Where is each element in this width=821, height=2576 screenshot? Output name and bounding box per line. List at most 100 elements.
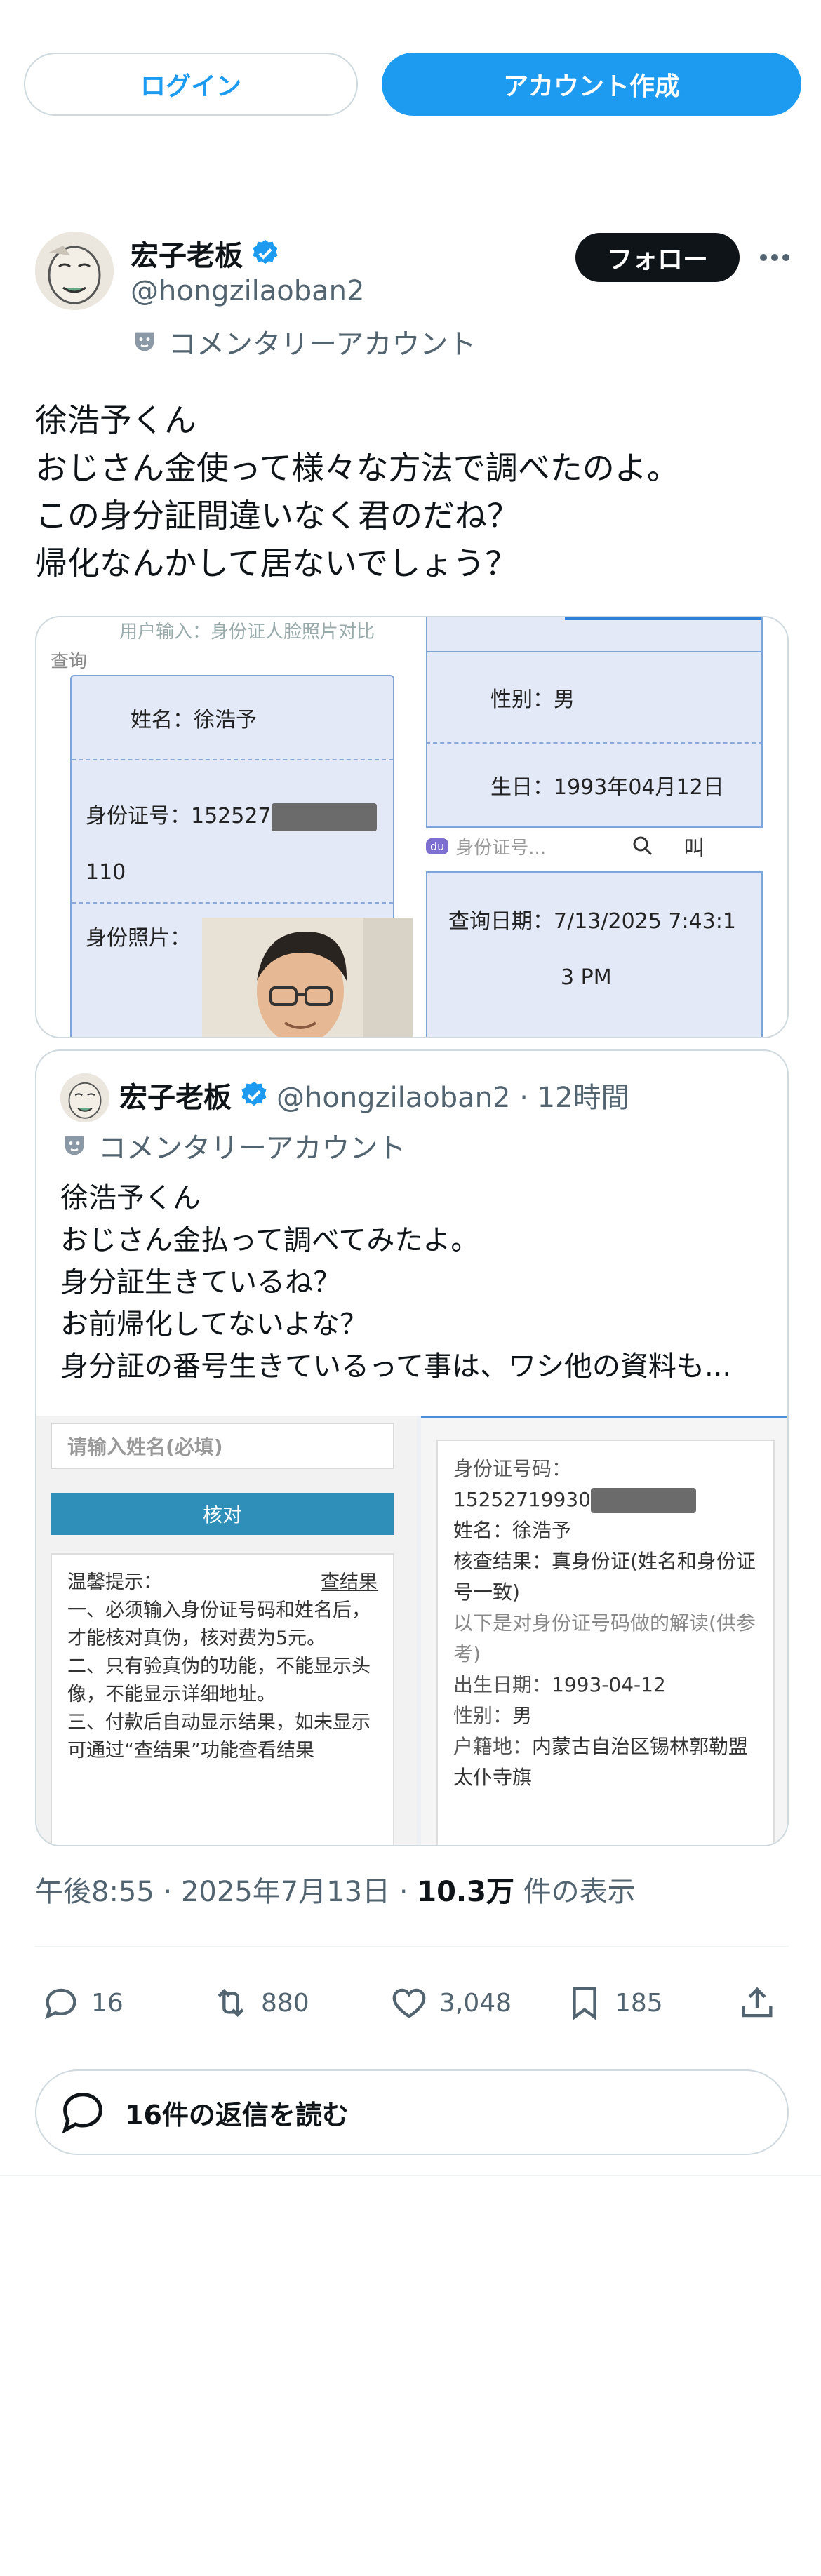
quote-text: 徐浩予くん おじさん金払って調べてみたよ。 身分証生きているね？ お前帰化してな… [60,1182,732,1383]
media-query-label: 查询 [51,651,88,672]
quote-author-name: 宏子老板 [119,1082,232,1114]
like-button[interactable]: 3,048 [389,1975,512,2031]
author-name-row[interactable]: 宏子老板 [131,233,281,274]
query-date-value: 7/13/2025 7:43:1 [554,909,736,934]
view-count: 10.3万 [417,1876,514,1908]
result-hint: 以下是对身份证号码做的解读(供参考) [453,1611,756,1665]
quote-author-row: 宏子老板 @hongzilaoban2 · 12時間 [119,1075,629,1115]
media-right-panel: 性别：男 生日： 1993年04月12日 du 身份证号... 叫 查询日期：7/… [426,617,787,1037]
quote-commentary-text: コメンタリーアカウント [98,1132,406,1165]
author-handle[interactable]: @hongzilaoban2 [131,275,364,307]
id-photo [202,918,413,1037]
quote-avatar [60,1073,109,1122]
reply-icon [45,1988,76,2020]
name-input-field: 请输入姓名(必填) [51,1423,394,1469]
search-badge: du [426,838,449,854]
query-date-row: 查询日期：7/13/2025 7:43:1 3 PM [426,871,763,1037]
quote-media-right: 身份证号码： 15252719930 姓名：徐浩予 核查结果：真身份证(姓名和身… [421,1416,787,1845]
read-replies-label: 16件の返信を読む [125,2099,349,2131]
bookmark-count: 185 [615,1988,663,2018]
gender-label: 性别： [490,687,554,712]
id-value: 152527 [191,804,272,829]
tweet-author: 宏子老板 @hongzilaoban2 コメンタリーアカウント フォロー [35,232,800,372]
quote-commentary-label: コメンタリーアカウント [60,1125,406,1166]
reply-bubble-icon [62,2093,102,2134]
commentary-text: コメンタリーアカウント [168,328,476,361]
share-icon [742,1987,773,2018]
more-dots-icon [760,254,789,261]
verified-badge-icon [241,1081,267,1106]
query-date-label: 查询日期： [448,909,554,934]
bookmark-icon [573,1987,596,2020]
auth-buttons: ログイン アカウント作成 [24,53,801,116]
photo-label: 身份照片： [86,926,191,951]
result-birth-value: 1993-04-12 [552,1673,666,1696]
read-replies-button[interactable]: 16件の返信を読む [35,2069,789,2155]
heart-icon [392,1988,426,2018]
commentary-label: コメンタリーアカウント [131,321,476,362]
query-date-value2: 3 PM [561,965,612,990]
tweet-text: 徐浩予くん おじさん金使って様々な方法で調べたのよ。 この身分証間違いなく君のだ… [35,401,679,582]
search-extra: 叫 [683,836,705,861]
verify-button: 核对 [51,1493,394,1535]
notice-item-2: 二、只有验真伪的功能，不能显示头像，不能显示详细地址。 [67,1656,371,1705]
media-left-panel: 用户输入：身份证人脸照片对比 查询 姓名： 徐浩予 身份证号：152527 110… [36,617,415,1037]
notice-title: 温馨提示： [67,1571,162,1593]
theater-mask-icon [135,332,154,351]
result-check: 核查结果：真身份证(姓名和身份证号一致) [453,1550,756,1604]
top-blue-bar [565,617,761,620]
notice-box: 温馨提示： 查结果 一、必须输入身份证号码和姓名后，才能核对真伪，核对费为5元。… [51,1553,394,1845]
quoted-tweet[interactable]: 宏子老板 @hongzilaoban2 · 12時間 コメンタリーアカウント 徐… [35,1049,789,1846]
redaction-bar [271,803,377,831]
bottom-divider [0,2175,821,2176]
top-fragment [426,617,763,652]
search-icon [633,836,653,856]
retweet-icon [218,1989,244,2017]
retweet-count: 880 [261,1988,309,2018]
theater-mask-icon [65,1136,84,1155]
birth-label: 生日： [490,775,554,800]
quote-media: 请输入姓名(必填) 核对 温馨提示： 查结果 一、必须输入身份证号码和姓名后，才… [36,1416,787,1845]
verified-badge-icon [253,239,278,264]
view-count-suffix: 件の表示 [514,1876,636,1908]
id-row: 身份证号：152527110 013 [72,760,393,941]
result-gender-value: 男 [512,1704,533,1727]
name-row: 姓名： 徐浩予 [72,676,393,760]
signup-button[interactable]: アカウント作成 [382,53,801,116]
id-value-tail: 110 [86,860,126,885]
result-birth-label: 出生日期： [453,1673,552,1696]
name-label: 姓名： [131,708,194,732]
id-card-panel: 姓名： 徐浩予 身份证号：152527110 013 身份照片： [70,675,413,1037]
retweet-button[interactable]: 880 [211,1975,309,2031]
tweet-timestamp[interactable]: 午後8:55 · 2025年7月13日 · [35,1876,417,1908]
reply-button[interactable]: 16 [41,1975,124,2031]
search-bar[interactable]: du 身份证号... 叫 [426,828,763,864]
media-caption: 用户输入：身份证人脸照片对比 [119,622,375,643]
result-gender-label: 性别： [453,1704,513,1727]
more-options-button[interactable] [754,233,796,282]
birth-value: 1993年04月12日 [554,775,724,800]
person-photo-icon [202,918,413,1037]
result-origin-label: 户籍地： [453,1735,533,1758]
result-id-value: 15252719930 [453,1488,591,1511]
avatar-face-icon [60,1073,109,1122]
action-bar: 16 880 3,048 185 [35,1975,800,2031]
reply-count: 16 [91,1988,124,2018]
tweet-media[interactable]: 用户输入：身份证人脸照片对比 查询 姓名： 徐浩予 身份证号：152527 110… [35,616,789,1038]
tweet-meta: 午後8:55 · 2025年7月13日 · 10.3万 件の表示 [35,1869,636,1910]
name-value: 徐浩予 [194,708,257,732]
author-name[interactable]: 宏子老板 [131,233,243,274]
divider [35,1946,789,1947]
share-button[interactable] [737,1975,777,2031]
bookmark-button[interactable]: 185 [564,1975,663,2031]
notice-item-1: 一、必须输入身份证号码和姓名后，才能核对真伪，核对费为5元。 [67,1599,371,1649]
search-placeholder: 身份证号... [455,837,547,859]
redaction-bar [590,1488,696,1513]
result-name: 姓名：徐浩予 [453,1519,572,1542]
result-box: 身份证号码： 15252719930 姓名：徐浩予 核查结果：真身份证(姓名和身… [436,1440,775,1845]
login-button[interactable]: ログイン [24,53,358,116]
avatar[interactable] [35,232,114,310]
notice-item-3: 三、付款后自动显示结果，如未显示可通过“查结果”功能查看结果 [67,1712,371,1762]
follow-button[interactable]: フォロー [575,233,740,282]
avatar-face-icon [35,232,114,310]
